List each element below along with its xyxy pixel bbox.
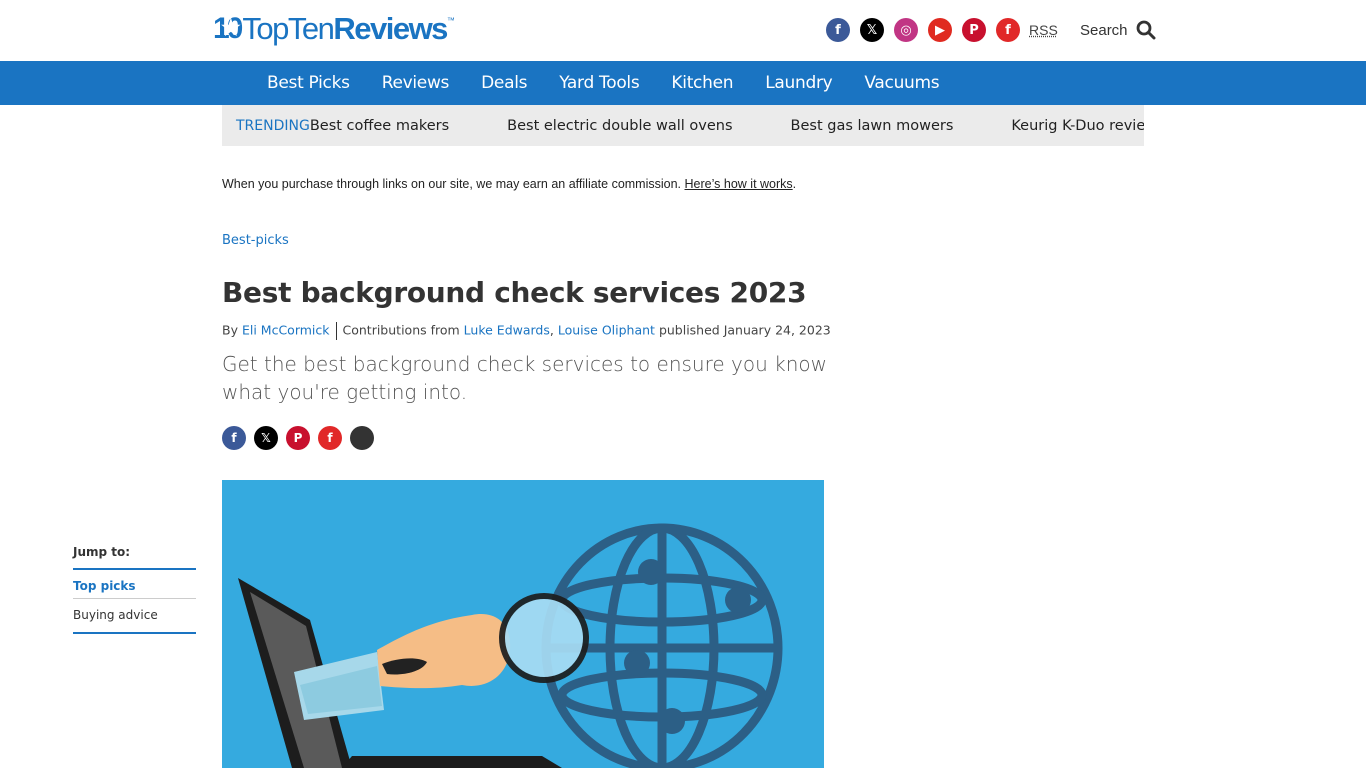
search-icon bbox=[1136, 20, 1156, 40]
jump-item-buying-advice[interactable]: Buying advice bbox=[73, 599, 196, 634]
affiliate-text: When you purchase through links on our s… bbox=[222, 177, 682, 191]
nav-item-laundry[interactable]: Laundry bbox=[749, 73, 848, 93]
instagram-icon[interactable]: ◎ bbox=[894, 18, 918, 42]
trending-link[interactable]: Best coffee makers bbox=[310, 118, 449, 134]
byline-by: By bbox=[222, 322, 238, 338]
trending-link[interactable]: Keurig K-Duo review bbox=[1011, 118, 1144, 134]
logo-trademark: ™ bbox=[446, 16, 455, 25]
logo-wordmark: TopTenReviews bbox=[242, 11, 448, 46]
byline: By Eli McCormick Contributions from Luke … bbox=[222, 322, 831, 340]
share-facebook-icon[interactable]: f bbox=[222, 426, 246, 450]
trending-link[interactable]: Best gas lawn mowers bbox=[791, 118, 954, 134]
hero-image bbox=[222, 480, 824, 768]
jump-to-title: Jump to: bbox=[73, 545, 196, 570]
author-link[interactable]: Eli McCormick bbox=[242, 323, 330, 338]
nav-item-reviews[interactable]: Reviews bbox=[366, 73, 465, 93]
publish-date: published January 24, 2023 bbox=[658, 322, 831, 338]
share-more-icon[interactable] bbox=[350, 426, 374, 450]
affiliate-link[interactable]: Here’s how it works bbox=[685, 177, 793, 191]
pinterest-icon[interactable]: P bbox=[962, 18, 986, 42]
rss-link[interactable]: RSS bbox=[1029, 22, 1058, 38]
breadcrumb[interactable]: Best-picks bbox=[222, 233, 289, 248]
nav-item-deals[interactable]: Deals bbox=[465, 73, 543, 93]
star-icon: ★ bbox=[221, 15, 241, 40]
trending-bar: TRENDING Best coffee makers Best electric… bbox=[222, 105, 1144, 146]
x-icon[interactable]: 𝕏 bbox=[860, 18, 884, 42]
affiliate-end: . bbox=[792, 177, 797, 191]
share-x-icon[interactable]: 𝕏 bbox=[254, 426, 278, 450]
trending-link[interactable]: Best electric double wall ovens bbox=[507, 118, 732, 134]
byline-divider bbox=[335, 322, 337, 340]
nav-item-yard-tools[interactable]: Yard Tools bbox=[543, 73, 655, 93]
contributions-label: Contributions from bbox=[342, 322, 460, 338]
contributor-link[interactable]: Luke Edwards bbox=[464, 323, 550, 338]
facebook-icon[interactable]: f bbox=[826, 18, 850, 42]
hero-illustration bbox=[222, 480, 824, 768]
nav-item-best-picks[interactable]: Best Picks bbox=[251, 73, 366, 93]
affiliate-disclaimer: When you purchase through links on our s… bbox=[222, 177, 796, 191]
share-flipboard-icon[interactable]: f bbox=[318, 426, 342, 450]
logo-mark: 10 ★ bbox=[213, 12, 243, 45]
search-label: Search bbox=[1080, 21, 1128, 39]
share-buttons: f𝕏Pf bbox=[222, 426, 374, 450]
article-title: Best background check services 2023 bbox=[222, 276, 807, 309]
nav-item-kitchen[interactable]: Kitchen bbox=[655, 73, 749, 93]
site-header: 10 ★ TopTenReviews ™ f 𝕏 ◎ ▶ Pf RSS Search bbox=[0, 0, 1366, 61]
share-pinterest-icon[interactable]: P bbox=[286, 426, 310, 450]
youtube-icon[interactable]: ▶ bbox=[928, 18, 952, 42]
nav-item-vacuums[interactable]: Vacuums bbox=[848, 73, 955, 93]
search-button[interactable]: Search bbox=[1080, 20, 1156, 40]
trending-label: TRENDING bbox=[236, 117, 310, 134]
site-logo[interactable]: 10 ★ TopTenReviews ™ bbox=[213, 12, 455, 46]
jump-item-top-picks[interactable]: Top picks bbox=[73, 570, 196, 599]
article-subtitle: Get the best background check services t… bbox=[222, 352, 827, 404]
main-nav: Best Picks Reviews Deals Yard Tools Kitchen L… bbox=[0, 61, 1366, 105]
flipboard-icon[interactable]: f bbox=[996, 18, 1020, 42]
jump-to-menu: Jump to: Top picks Buying advice bbox=[73, 545, 196, 634]
contributor-link[interactable]: Louise Oliphant bbox=[558, 323, 655, 338]
social-links: f 𝕏 ◎ ▶ Pf bbox=[826, 18, 1020, 42]
byline-comma: , bbox=[549, 322, 554, 338]
